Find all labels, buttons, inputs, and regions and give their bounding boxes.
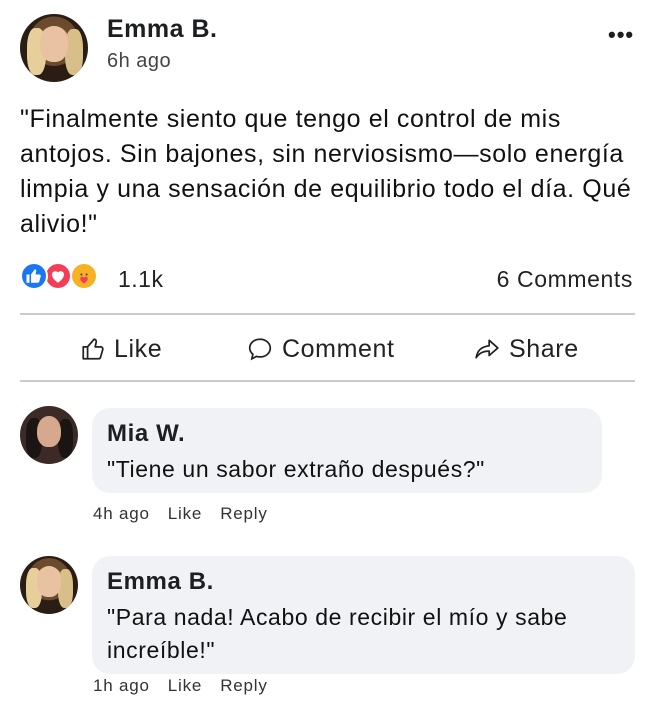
author-avatar[interactable] xyxy=(20,14,88,82)
speech-bubble-icon xyxy=(248,338,272,361)
like-button-label: Like xyxy=(114,334,163,363)
comment-count[interactable]: 6 Comments xyxy=(497,266,633,293)
reaction-count[interactable]: 1.1k xyxy=(118,266,163,293)
comment-like-link[interactable]: Like xyxy=(168,504,202,524)
comment-like-link[interactable]: Like xyxy=(168,676,202,696)
commenter-avatar[interactable] xyxy=(20,556,78,614)
facebook-post: Emma B. 6h ago ••• "Finalmente siento qu… xyxy=(0,0,657,710)
commenter-avatar[interactable] xyxy=(20,406,78,464)
comment-button[interactable]: Comment xyxy=(246,333,395,365)
share-button[interactable]: Share xyxy=(473,333,579,365)
commenter-name[interactable]: Mia W. xyxy=(107,420,185,448)
share-button-label: Share xyxy=(509,334,579,363)
share-arrow-icon xyxy=(475,339,499,359)
comment-timestamp[interactable]: 4h ago xyxy=(93,504,150,524)
care-reaction-icon xyxy=(70,262,98,290)
comment-meta: 1h ago Like Reply xyxy=(93,676,268,696)
post-text: "Finalmente siento que tengo el control … xyxy=(20,105,632,238)
author-name[interactable]: Emma B. xyxy=(107,15,217,44)
comment-text: "Tiene un sabor extraño después?" xyxy=(107,456,485,482)
comment-reply-link[interactable]: Reply xyxy=(220,504,267,524)
thumbs-up-icon xyxy=(82,338,104,360)
comment-text: "Para nada! Acabo de recibir el mío y sa… xyxy=(107,604,568,663)
comment-bubble: Mia W. "Tiene un sabor extraño después?" xyxy=(92,408,602,493)
commenter-name[interactable]: Emma B. xyxy=(107,568,214,596)
like-button[interactable]: Like xyxy=(80,333,162,365)
comment-button-label: Comment xyxy=(282,334,395,363)
comment-meta: 4h ago Like Reply xyxy=(93,504,268,524)
divider xyxy=(20,313,635,315)
more-options-icon[interactable]: ••• xyxy=(608,22,634,48)
divider xyxy=(20,380,635,382)
comment-reply-link[interactable]: Reply xyxy=(220,676,267,696)
love-reaction-icon xyxy=(44,262,72,290)
comment-timestamp[interactable]: 1h ago xyxy=(93,676,150,696)
comment-bubble: Emma B. "Para nada! Acabo de recibir el … xyxy=(92,556,635,674)
like-reaction-icon xyxy=(20,262,48,290)
post-timestamp[interactable]: 6h ago xyxy=(107,50,171,73)
